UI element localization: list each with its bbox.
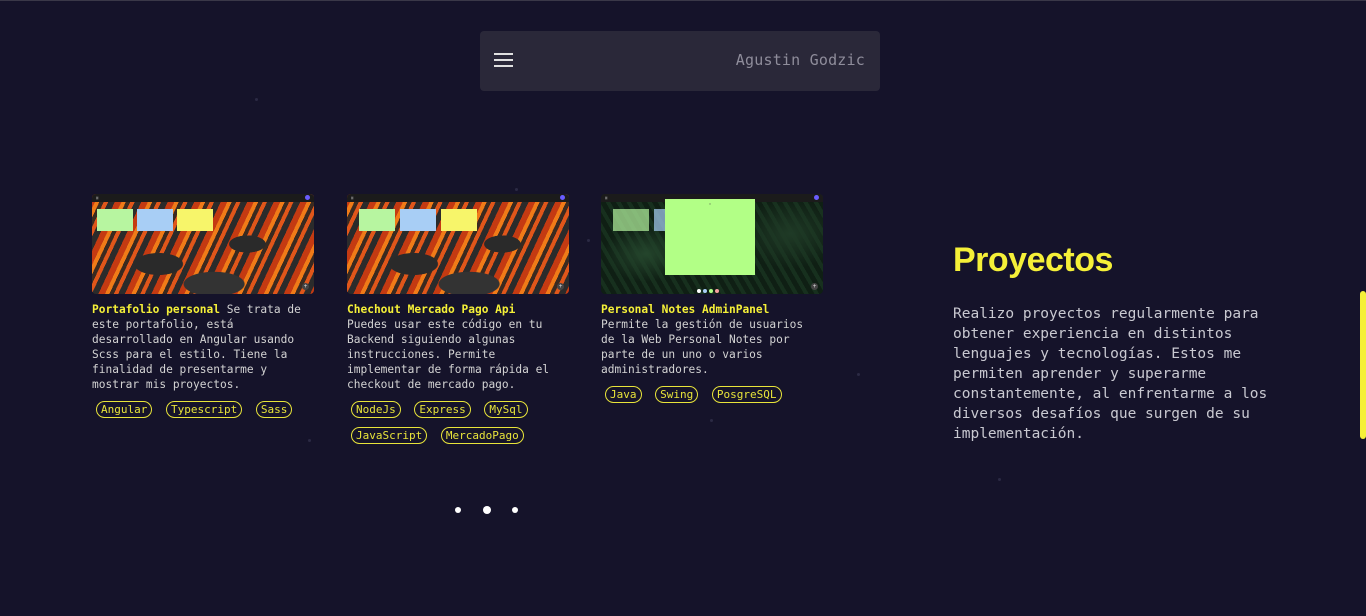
tech-tag: Express [414,401,471,418]
background-dot [857,373,860,376]
project-thumbnail[interactable]: ▣ ▭ + [601,194,823,294]
carousel-pager [455,499,530,514]
tech-tag: Java [605,386,642,403]
tech-tag: Angular [96,401,153,418]
hamburger-menu-icon[interactable] [494,53,513,69]
background-dot [515,188,518,191]
project-card[interactable]: ▣ ▭ + Personal Notes AdminPanel Permite … [601,194,823,409]
tech-tag: Sass [255,401,293,418]
tag-list: Angular Typescript Sass [92,398,314,424]
project-card[interactable]: ▣ + Portafolio personal Se trata de este… [92,194,314,424]
section-title: Proyectos [953,241,1113,279]
tech-tag: Swing [655,386,699,403]
section-description: Realizo proyectos regularmente para obte… [953,306,1268,442]
background-dot [255,98,258,101]
project-description: Portafolio personal Se trata de este por… [92,303,301,391]
tech-tag: MercadoPago [440,427,524,444]
site-owner-name[interactable]: Agustin Godzic [736,51,865,69]
pager-dot-2-active[interactable] [482,505,491,514]
tech-tag: Typescript [166,401,243,418]
tech-tag: PosgreSQL [711,386,782,403]
tech-tag: NodeJs [351,401,401,418]
background-dot [998,478,1001,481]
tag-list: NodeJs Express MySql JavaScript MercadoP… [347,398,569,450]
background-dot [587,239,590,242]
background-dot [308,439,311,442]
project-title: Chechout Mercado Pago Api [347,303,516,316]
project-title: Portafolio personal [92,303,220,316]
tech-tag: JavaScript [351,427,428,444]
project-description: Chechout Mercado Pago Api Puedes usar es… [347,302,569,392]
background-dot [710,419,713,422]
project-thumbnail[interactable]: ▣ + [347,194,569,294]
scrollbar-thumb[interactable] [1360,291,1366,439]
project-title: Personal Notes AdminPanel [601,303,770,316]
project-description: Personal Notes AdminPanel Permite la ges… [601,302,823,377]
tech-tag: MySql [484,401,528,418]
navbar: Agustin Godzic [480,31,880,91]
project-card[interactable]: ▣ + Chechout Mercado Pago Api Puedes usa… [347,194,569,450]
project-thumbnail[interactable]: ▣ + [92,194,314,294]
pager-dot-3[interactable] [512,506,519,513]
tag-list: Java Swing PosgreSQL [601,383,823,409]
pager-dot-1[interactable] [455,506,461,513]
